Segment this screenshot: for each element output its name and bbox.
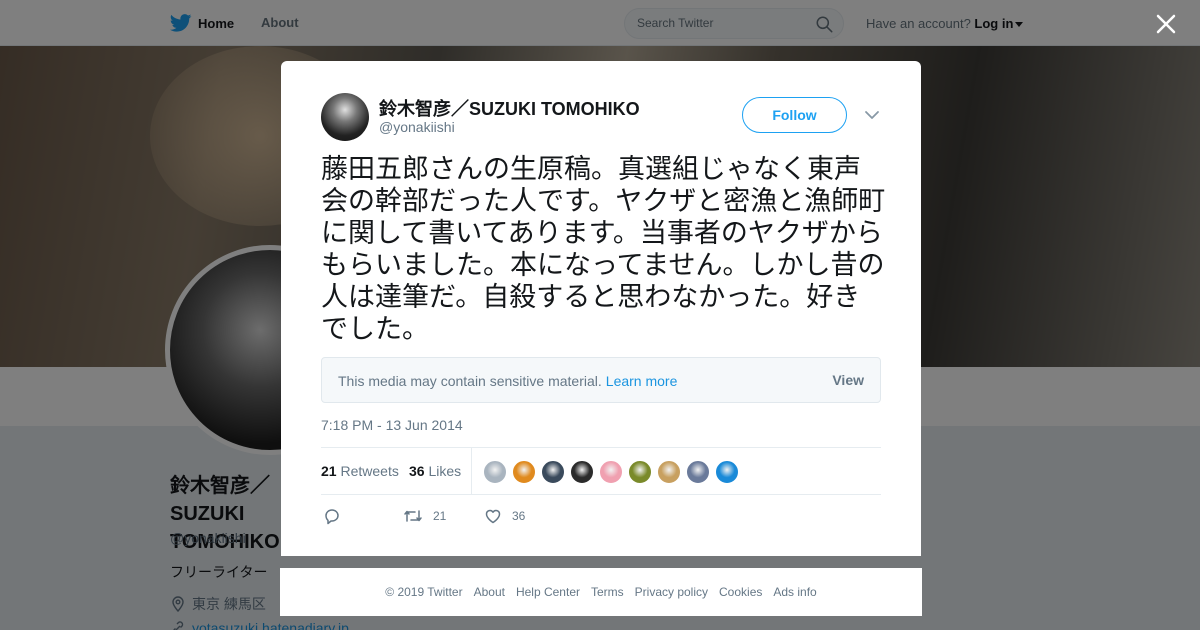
liker-avatar[interactable] — [512, 460, 536, 484]
retweets-stat[interactable]: 21 Retweets — [321, 463, 399, 479]
liker-avatar[interactable] — [570, 460, 594, 484]
author-name[interactable]: 鈴木智彦／SUZUKI TOMOHIKO — [379, 95, 640, 121]
tweet-actions: 21 36 — [321, 507, 881, 527]
liker-avatar[interactable] — [628, 460, 652, 484]
tweet-timestamp[interactable]: 7:18 PM - 13 Jun 2014 — [321, 417, 463, 433]
footer-cookies-link[interactable]: Cookies — [719, 585, 762, 599]
likes-label: Likes — [428, 463, 462, 479]
reply-icon — [325, 509, 339, 525]
retweet-count: 21 — [433, 509, 447, 523]
close-icon[interactable] — [1150, 8, 1182, 40]
author-avatar[interactable] — [321, 93, 369, 141]
sensitive-media-label: This media may contain sensitive materia… — [338, 373, 602, 389]
retweets-count: 21 — [321, 463, 337, 479]
reply-button[interactable] — [323, 507, 341, 525]
author-handle[interactable]: @yonakiishi — [379, 119, 455, 135]
footer-help-link[interactable]: Help Center — [516, 585, 580, 599]
liker-avatar[interactable] — [599, 460, 623, 484]
tweet-modal: 鈴木智彦／SUZUKI TOMOHIKO @yonakiishi Follow … — [281, 61, 921, 556]
retweet-icon — [404, 510, 422, 522]
footer-ads-link[interactable]: Ads info — [773, 585, 816, 599]
tweet-text: 藤田五郎さんの生原稿。真選組じゃなく東声会の幹部だった人です。ヤクザと密漁と漁師… — [321, 154, 886, 345]
sensitive-media-message: This media may contain sensitive materia… — [338, 373, 677, 389]
chevron-down-icon[interactable] — [864, 108, 880, 122]
likes-stat[interactable]: 36 Likes — [409, 463, 461, 479]
retweets-label: Retweets — [340, 463, 399, 479]
liker-avatar[interactable] — [483, 460, 507, 484]
footer-copyright: © 2019 Twitter — [385, 585, 463, 599]
liker-avatars — [483, 460, 739, 484]
stats-divider — [471, 448, 472, 495]
follow-button[interactable]: Follow — [742, 97, 847, 133]
footer: © 2019 Twitter About Help Center Terms P… — [280, 568, 922, 616]
sensitive-media-warning: This media may contain sensitive materia… — [321, 357, 881, 403]
learn-more-link[interactable]: Learn more — [606, 373, 678, 389]
like-count: 36 — [512, 509, 526, 523]
retweet-button[interactable]: 21 — [403, 507, 446, 525]
liker-avatar[interactable] — [715, 460, 739, 484]
footer-terms-link[interactable]: Terms — [591, 585, 624, 599]
view-media-button[interactable]: View — [832, 372, 864, 388]
like-button[interactable]: 36 — [484, 507, 525, 525]
footer-privacy-link[interactable]: Privacy policy — [635, 585, 708, 599]
heart-icon — [485, 509, 501, 524]
tweet-stats: 21 Retweets 36 Likes — [321, 447, 881, 495]
footer-about-link[interactable]: About — [474, 585, 505, 599]
likes-count: 36 — [409, 463, 425, 479]
liker-avatar[interactable] — [541, 460, 565, 484]
liker-avatar[interactable] — [686, 460, 710, 484]
liker-avatar[interactable] — [657, 460, 681, 484]
